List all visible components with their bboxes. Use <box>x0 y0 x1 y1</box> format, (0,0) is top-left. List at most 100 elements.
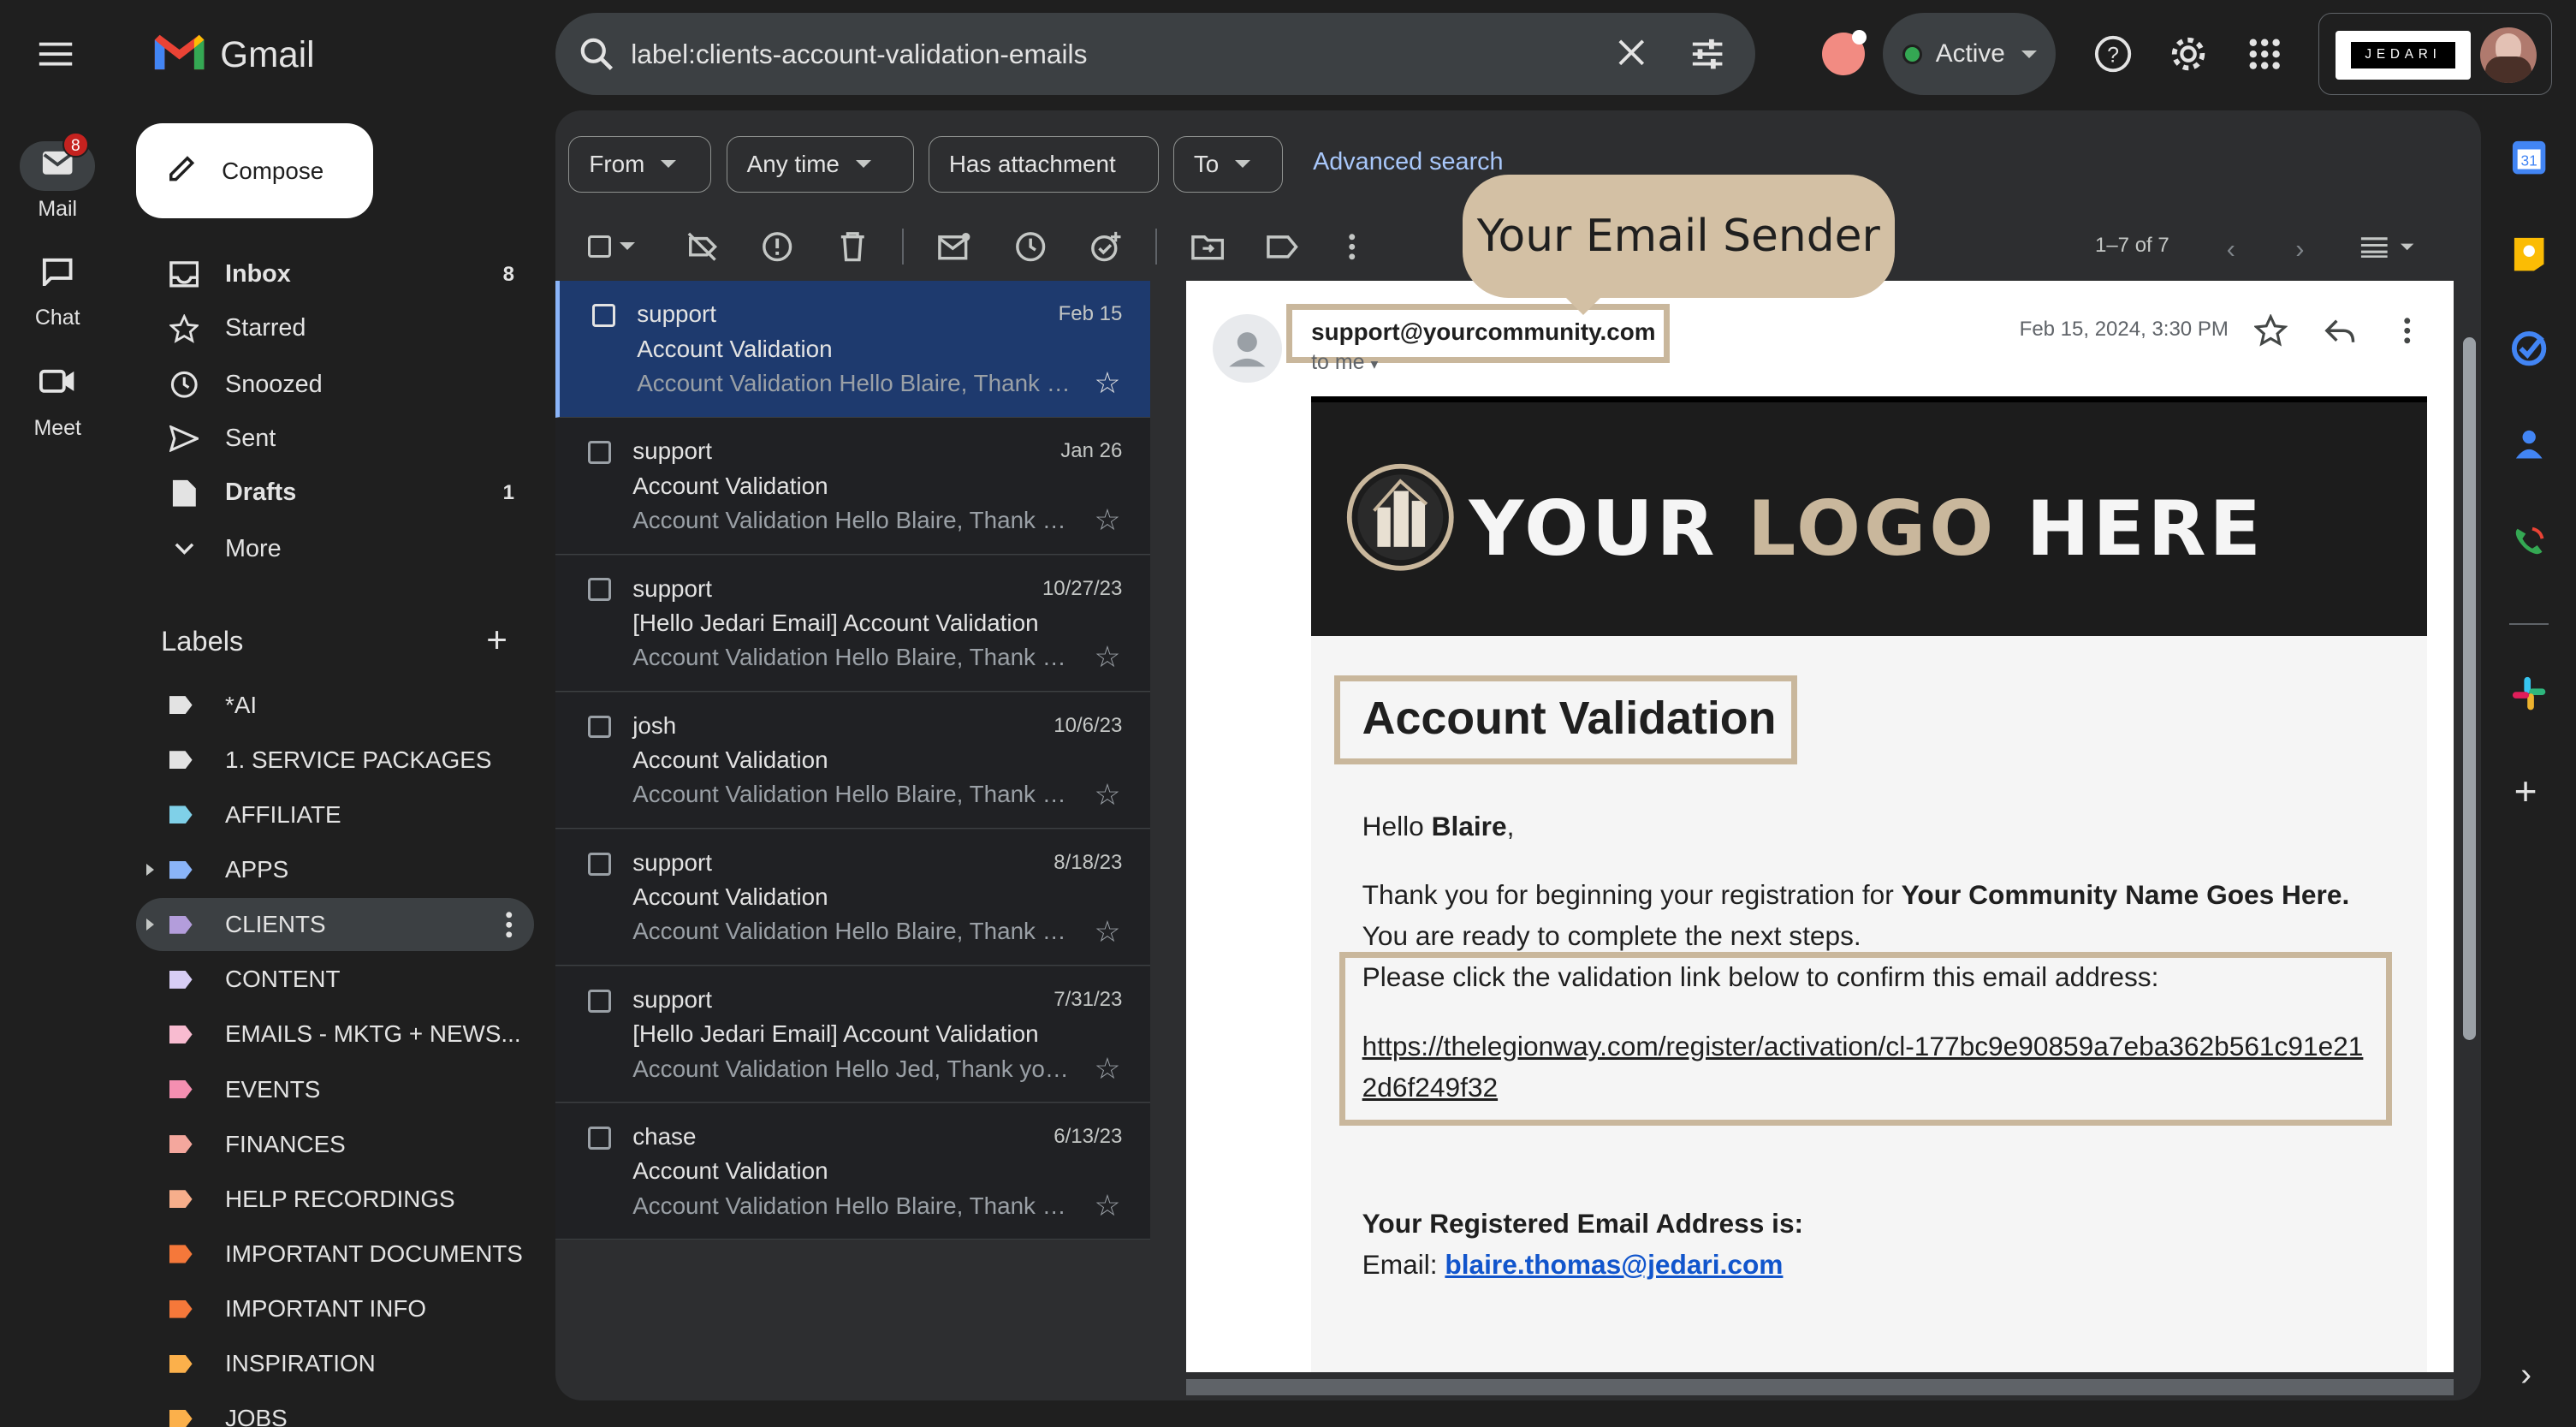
email-row[interactable]: josh 10/6/23 Account Validation Account Val… <box>555 692 1150 829</box>
calendar-icon[interactable]: 31 <box>2511 140 2547 182</box>
email-row[interactable]: support Feb 15 Account Validation Account V… <box>555 281 1150 418</box>
star-icon[interactable]: ☆ <box>1094 915 1120 949</box>
star-icon[interactable] <box>2253 312 2288 354</box>
help-icon[interactable]: ? <box>2093 34 2133 80</box>
rail-chat[interactable]: Chat <box>0 250 115 330</box>
contacts-icon[interactable] <box>2513 427 2545 467</box>
clear-search-icon[interactable] <box>1617 38 1647 74</box>
filter-attachment-chip[interactable]: Has attachment <box>928 136 1159 193</box>
row-checkbox[interactable] <box>588 989 612 1013</box>
filter-time-chip[interactable]: Any time <box>726 136 914 193</box>
registered-email-link[interactable]: blaire.thomas@jedari.com <box>1445 1249 1783 1280</box>
registered-heading: Your Registered Email Address is: <box>1362 1208 1804 1240</box>
add-addon-icon[interactable]: + <box>2514 768 2537 814</box>
select-menu-chevron-icon[interactable] <box>618 230 638 263</box>
row-checkbox[interactable] <box>588 1126 612 1150</box>
add-label-icon[interactable]: + <box>486 620 507 661</box>
email-snippet: Account Validation Hello Blaire, Thank y… <box>632 644 1076 671</box>
gmail-logo[interactable]: Gmail <box>151 30 315 80</box>
sidebar-item-sent[interactable]: Sent <box>136 413 534 465</box>
label-item[interactable]: IMPORTANT INFO <box>136 1282 534 1335</box>
label-item[interactable]: IMPORTANT DOCUMENTS <box>136 1228 534 1280</box>
email-row[interactable]: chase 6/13/23 Account Validation Account Va… <box>555 1103 1150 1240</box>
advanced-search-link[interactable]: Advanced search <box>1313 148 1504 176</box>
unlabel-icon[interactable] <box>686 230 718 263</box>
label-item[interactable]: APPS <box>136 843 534 895</box>
slack-icon[interactable] <box>2511 675 2547 718</box>
sidebar-item-more[interactable]: More <box>136 523 534 575</box>
label-item[interactable]: FINANCES <box>136 1118 534 1170</box>
more-vert-icon[interactable] <box>504 910 514 947</box>
search-bar[interactable]: label:clients-account-validation-emails <box>555 13 1755 96</box>
status-button[interactable]: Active <box>1883 13 2056 96</box>
next-page-icon[interactable]: › <box>2295 234 2304 265</box>
star-icon[interactable]: ☆ <box>1094 778 1120 812</box>
search-icon[interactable] <box>579 36 614 79</box>
row-checkbox[interactable] <box>588 441 612 465</box>
search-input[interactable]: label:clients-account-validation-emails <box>631 39 1087 70</box>
rail-meet[interactable]: Meet <box>0 360 115 440</box>
compose-button[interactable]: Compose <box>136 123 373 219</box>
mark-unread-icon[interactable] <box>938 230 970 263</box>
settings-gear-icon[interactable] <box>2169 34 2208 80</box>
sidebar-item-snoozed[interactable]: Snoozed <box>136 359 534 411</box>
filter-from-chip[interactable]: From <box>568 136 712 193</box>
row-checkbox[interactable] <box>592 304 616 328</box>
star-icon[interactable]: ☆ <box>1094 366 1120 401</box>
search-options-icon[interactable] <box>1689 36 1725 79</box>
horizontal-scrollbar[interactable] <box>1186 1378 2454 1396</box>
reply-icon[interactable] <box>2324 316 2356 353</box>
more-vert-icon[interactable] <box>2402 316 2413 353</box>
expand-arrow-icon[interactable] <box>145 919 154 931</box>
more-vert-icon[interactable] <box>1336 230 1368 263</box>
expand-arrow-icon[interactable] <box>145 864 154 877</box>
label-item[interactable]: CLIENTS <box>136 898 534 951</box>
filter-to-chip[interactable]: To <box>1172 136 1284 193</box>
email-row[interactable]: support 8/18/23 Account Validation Account … <box>555 829 1150 966</box>
rail-mail[interactable]: 8 Mail <box>0 131 115 222</box>
account-switcher[interactable]: JEDARI <box>2318 13 2552 96</box>
star-icon[interactable]: ☆ <box>1094 503 1120 538</box>
validation-link[interactable]: https://thelegionway.com/register/activa… <box>1362 1026 2381 1108</box>
sidebar-item-inbox[interactable]: Inbox 8 <box>136 248 534 300</box>
star-icon[interactable]: ☆ <box>1094 640 1120 675</box>
star-icon[interactable]: ☆ <box>1094 1052 1120 1086</box>
main-menu-icon[interactable] <box>36 36 79 72</box>
star-icon[interactable]: ☆ <box>1094 1189 1120 1223</box>
report-spam-icon[interactable] <box>761 230 793 263</box>
pane-scrollbar[interactable] <box>2463 336 2477 1041</box>
sender-email[interactable]: support@yourcommunity.com <box>1311 318 1655 346</box>
label-item[interactable]: AFFILIATE <box>136 788 534 841</box>
email-row[interactable]: support 10/27/23 [Hello Jedari Email] Acco… <box>555 555 1150 692</box>
label-icon[interactable] <box>1267 230 1299 263</box>
apps-grid-icon[interactable] <box>2248 38 2281 77</box>
email-row[interactable]: support Jan 26 Account Validation Account V… <box>555 418 1150 555</box>
label-item[interactable]: HELP RECORDINGS <box>136 1173 534 1225</box>
select-all-checkbox[interactable] <box>586 230 613 263</box>
sidebar-item-starred[interactable]: Starred <box>136 302 534 354</box>
snooze-clock-icon[interactable] <box>1014 230 1047 263</box>
dialpad-phone-icon[interactable] <box>2511 524 2547 567</box>
label-item[interactable]: JOBS <box>136 1393 534 1427</box>
label-item[interactable]: EVENTS <box>136 1063 534 1115</box>
prev-page-icon[interactable]: ‹ <box>2227 234 2235 265</box>
keep-icon[interactable] <box>2513 236 2545 279</box>
row-checkbox[interactable] <box>588 715 612 739</box>
label-item[interactable]: CONTENT <box>136 954 534 1006</box>
email-row[interactable]: support 7/31/23 [Hello Jedari Email] Accou… <box>555 966 1150 1103</box>
label-item[interactable]: INSPIRATION <box>136 1337 534 1389</box>
row-checkbox[interactable] <box>588 578 612 602</box>
add-task-icon[interactable] <box>1089 230 1122 263</box>
label-item[interactable]: *AI <box>136 679 534 731</box>
to-me-details[interactable]: to me ▾ <box>1311 350 1378 375</box>
row-checkbox[interactable] <box>588 852 612 876</box>
move-to-folder-icon[interactable] <box>1191 230 1225 263</box>
label-item[interactable]: EMAILS - MKTG + NEWS... <box>136 1008 534 1061</box>
delete-icon[interactable] <box>836 230 869 263</box>
split-pane-toggle-icon[interactable] <box>2359 230 2419 263</box>
notification-avatar-icon[interactable] <box>1822 29 1867 76</box>
sidebar-item-drafts[interactable]: Drafts 1 <box>136 467 534 519</box>
show-side-panel-icon[interactable]: › <box>2520 1356 2531 1394</box>
tasks-icon[interactable] <box>2511 330 2547 373</box>
label-item[interactable]: 1. SERVICE PACKAGES <box>136 734 534 786</box>
